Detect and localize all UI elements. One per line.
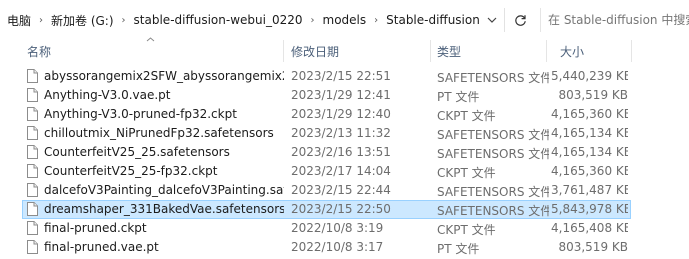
- column-resize-handle[interactable]: [631, 40, 632, 62]
- file-row[interactable]: CounterfeitV25_25-fp32.ckpt 2023/2/17 14…: [0, 162, 689, 181]
- refresh-button[interactable]: [510, 10, 530, 30]
- file-modified-date: 2023/1/29 12:41: [291, 88, 391, 102]
- search-input[interactable]: [548, 13, 689, 27]
- file-modified-date: 2023/2/15 22:44: [291, 183, 391, 197]
- file-type: SAFETENSORS 文件: [437, 128, 549, 142]
- address-bar-row: 电脑 › 新加卷 (G:) › stable-diffusion-webui_0…: [0, 0, 689, 40]
- file-type: SAFETENSORS 文件: [437, 71, 549, 85]
- breadcrumb[interactable]: 电脑 › 新加卷 (G:) › stable-diffusion-webui_0…: [4, 9, 506, 31]
- column-header-size[interactable]: 大小: [560, 43, 584, 59]
- address-divider: [504, 8, 505, 32]
- file-icon: [27, 126, 38, 140]
- file-type: PT 文件: [437, 242, 480, 256]
- file-icon: [27, 240, 38, 254]
- file-name: dreamshaper_331BakedVae.safetensors: [44, 202, 284, 216]
- file-size: 5,843,978 KB: [551, 202, 628, 216]
- breadcrumb-item-drive[interactable]: 新加卷 (G:): [48, 12, 117, 29]
- refresh-icon: [514, 14, 526, 26]
- column-resize-handle[interactable]: [546, 40, 547, 62]
- file-row[interactable]: Anything-V3.0-pruned-fp32.ckpt 2023/1/29…: [0, 105, 689, 124]
- file-size: 4,165,408 KB: [551, 221, 628, 235]
- column-header-name[interactable]: 名称: [27, 43, 51, 59]
- file-modified-date: 2023/2/16 13:51: [291, 145, 391, 159]
- file-size: 4,165,134 KB: [551, 126, 628, 140]
- column-resize-handle[interactable]: [283, 40, 284, 62]
- file-modified-date: 2023/2/13 11:32: [291, 126, 391, 140]
- file-icon: [27, 88, 38, 102]
- file-modified-date: 2022/10/8 3:17: [291, 240, 384, 254]
- file-type: CKPT 文件: [437, 223, 496, 237]
- file-type: SAFETENSORS 文件: [437, 147, 549, 161]
- file-name: chilloutmix_NiPrunedFp32.safetensors: [44, 126, 274, 140]
- file-row[interactable]: Anything-V3.0.vae.pt 2023/1/29 12:41 PT …: [0, 86, 689, 105]
- breadcrumb-item-webui-folder[interactable]: stable-diffusion-webui_0220: [131, 13, 306, 27]
- file-explorer-window: 电脑 › 新加卷 (G:) › stable-diffusion-webui_0…: [0, 0, 689, 259]
- breadcrumb-separator-icon[interactable]: ›: [369, 15, 383, 26]
- file-icon: [27, 183, 38, 197]
- file-icon: [27, 69, 38, 83]
- file-name: CounterfeitV25_25.safetensors: [44, 145, 230, 159]
- sort-ascending-icon: [146, 35, 155, 45]
- file-size: 4,165,360 KB: [551, 164, 628, 178]
- chevron-down-icon: [487, 17, 497, 23]
- file-size: 3,761,487 KB: [551, 183, 628, 197]
- file-name: final-pruned.vae.pt: [44, 240, 159, 254]
- breadcrumb-item-computer[interactable]: 电脑: [4, 12, 34, 29]
- file-modified-date: 2023/2/17 14:04: [291, 164, 391, 178]
- file-size: 803,519 KB: [558, 88, 628, 102]
- file-name: CounterfeitV25_25-fp32.ckpt: [44, 164, 218, 178]
- file-row[interactable]: final-pruned.vae.pt 2022/10/8 3:17 PT 文件…: [0, 238, 689, 257]
- file-name: Anything-V3.0-pruned-fp32.ckpt: [44, 107, 237, 121]
- file-row[interactable]: dalcefoV3Painting_dalcefoV3Painting.safe…: [0, 181, 689, 200]
- file-modified-date: 2023/1/29 12:40: [291, 107, 391, 121]
- breadcrumb-item-models[interactable]: models: [320, 13, 370, 27]
- file-type: SAFETENSORS 文件: [437, 185, 549, 199]
- file-name: Anything-V3.0.vae.pt: [44, 88, 171, 102]
- file-row[interactable]: chilloutmix_NiPrunedFp32.safetensors 202…: [0, 124, 689, 143]
- file-modified-date: 2022/10/8 3:19: [291, 221, 384, 235]
- breadcrumb-separator-icon[interactable]: ›: [306, 15, 320, 26]
- file-icon: [27, 202, 38, 216]
- file-type: PT 文件: [437, 90, 480, 104]
- file-icon: [27, 145, 38, 159]
- column-header-type[interactable]: 类型: [437, 43, 461, 59]
- file-row[interactable]: abyssorangemix2SFW_abyssorangemix2Sfw...…: [0, 67, 689, 86]
- file-size: 803,519 KB: [558, 240, 628, 254]
- file-icon: [27, 164, 38, 178]
- file-icon: [27, 221, 38, 235]
- file-size: 4,165,360 KB: [551, 107, 628, 121]
- file-type: SAFETENSORS 文件: [437, 204, 549, 218]
- file-icon: [27, 107, 38, 121]
- file-row[interactable]: dreamshaper_331BakedVae.safetensors 2023…: [0, 200, 689, 219]
- column-header-row: 名称 修改日期 类型 大小: [0, 40, 689, 62]
- file-modified-date: 2023/2/15 22:51: [291, 69, 391, 83]
- file-type: CKPT 文件: [437, 109, 496, 123]
- breadcrumb-item-stable-diffusion[interactable]: Stable-diffusion: [383, 13, 483, 27]
- file-size: 5,440,239 KB: [551, 69, 628, 83]
- file-name: abyssorangemix2SFW_abyssorangemix2Sfw...: [44, 69, 284, 83]
- search-box[interactable]: [540, 8, 689, 32]
- file-name: final-pruned.ckpt: [44, 221, 147, 235]
- file-type: CKPT 文件: [437, 166, 496, 180]
- file-row[interactable]: final-pruned.ckpt 2022/10/8 3:19 CKPT 文件…: [0, 219, 689, 238]
- file-row[interactable]: CounterfeitV25_25.safetensors 2023/2/16 …: [0, 143, 689, 162]
- column-header-date[interactable]: 修改日期: [291, 43, 339, 59]
- breadcrumb-separator-icon[interactable]: ›: [117, 15, 131, 26]
- file-name: dalcefoV3Painting_dalcefoV3Painting.safe…: [44, 183, 284, 197]
- file-size: 4,165,134 KB: [551, 145, 628, 159]
- column-resize-handle[interactable]: [430, 40, 431, 62]
- file-modified-date: 2023/2/15 22:50: [291, 202, 391, 216]
- address-history-dropdown-button[interactable]: [484, 12, 500, 28]
- breadcrumb-separator-icon[interactable]: ›: [34, 15, 48, 26]
- file-list: abyssorangemix2SFW_abyssorangemix2Sfw...…: [0, 67, 689, 257]
